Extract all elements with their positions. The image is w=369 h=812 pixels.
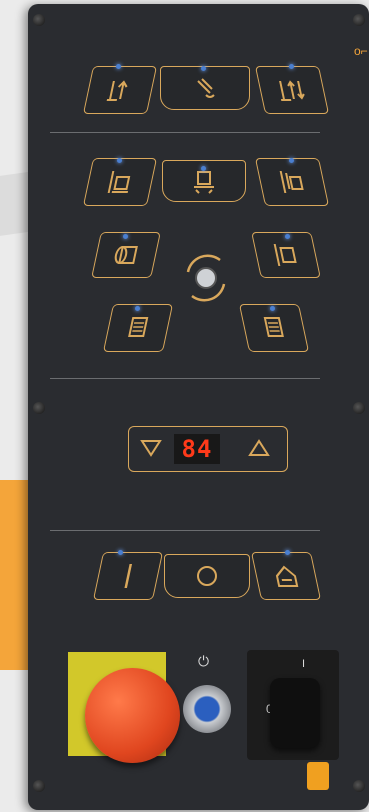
start-button[interactable] <box>92 552 164 600</box>
screw <box>33 402 45 414</box>
emergency-stop-button[interactable] <box>85 668 180 763</box>
down-arrow-icon[interactable] <box>140 438 162 458</box>
start-icon <box>124 564 133 588</box>
led-indicator <box>118 550 123 555</box>
stop-button[interactable] <box>164 554 250 598</box>
pallet-right-button[interactable] <box>254 158 330 206</box>
lift-up-icon <box>106 80 128 101</box>
pallet-right-icon <box>279 171 304 193</box>
stack-left-button[interactable] <box>102 304 174 352</box>
rotate-icon <box>186 254 226 302</box>
pallet-left-icon <box>107 171 131 193</box>
screw <box>33 14 45 26</box>
led-indicator <box>285 234 290 239</box>
power-button[interactable] <box>183 685 231 733</box>
divider <box>50 378 320 379</box>
hand-touch-button[interactable] <box>160 66 250 110</box>
roll-feed-icon <box>114 246 138 264</box>
rotate-control[interactable] <box>178 250 234 306</box>
lift-up-button[interactable] <box>82 66 158 114</box>
stop-icon <box>197 566 217 586</box>
stack-right-button[interactable] <box>238 304 310 352</box>
hand-touch-icon <box>197 78 215 98</box>
lift-up-down-button[interactable] <box>254 66 330 114</box>
led-indicator <box>135 306 140 311</box>
screw <box>353 14 365 26</box>
screw <box>33 780 45 792</box>
rotary-position-on: I <box>302 658 306 670</box>
led-indicator <box>116 64 121 69</box>
led-indicator <box>289 158 294 163</box>
led-indicator <box>201 66 206 71</box>
pallet-box-icon <box>273 244 297 266</box>
screw <box>353 780 365 792</box>
power-symbol: ⏻ <box>198 653 210 669</box>
led-indicator <box>289 64 294 69</box>
key-icon: o⌐ <box>354 44 368 58</box>
counter-display: 84 <box>174 434 220 464</box>
up-arrow-icon[interactable] <box>248 438 270 458</box>
led-indicator <box>270 306 275 311</box>
led-indicator <box>117 158 122 163</box>
divider <box>50 132 320 133</box>
led-indicator <box>285 550 290 555</box>
stack-right-icon <box>263 317 284 337</box>
led-indicator <box>123 234 128 239</box>
rotary-lock-key <box>307 762 329 790</box>
screw <box>353 402 365 414</box>
stack-left-icon <box>128 317 149 337</box>
led-indicator <box>201 166 206 171</box>
home-icon <box>275 565 299 587</box>
home-button[interactable] <box>250 552 322 600</box>
divider <box>50 530 320 531</box>
rotary-switch-knob[interactable] <box>270 678 320 748</box>
platform-icon <box>194 171 214 194</box>
pallet-left-button[interactable] <box>82 158 158 206</box>
lift-up-down-icon <box>279 80 305 101</box>
